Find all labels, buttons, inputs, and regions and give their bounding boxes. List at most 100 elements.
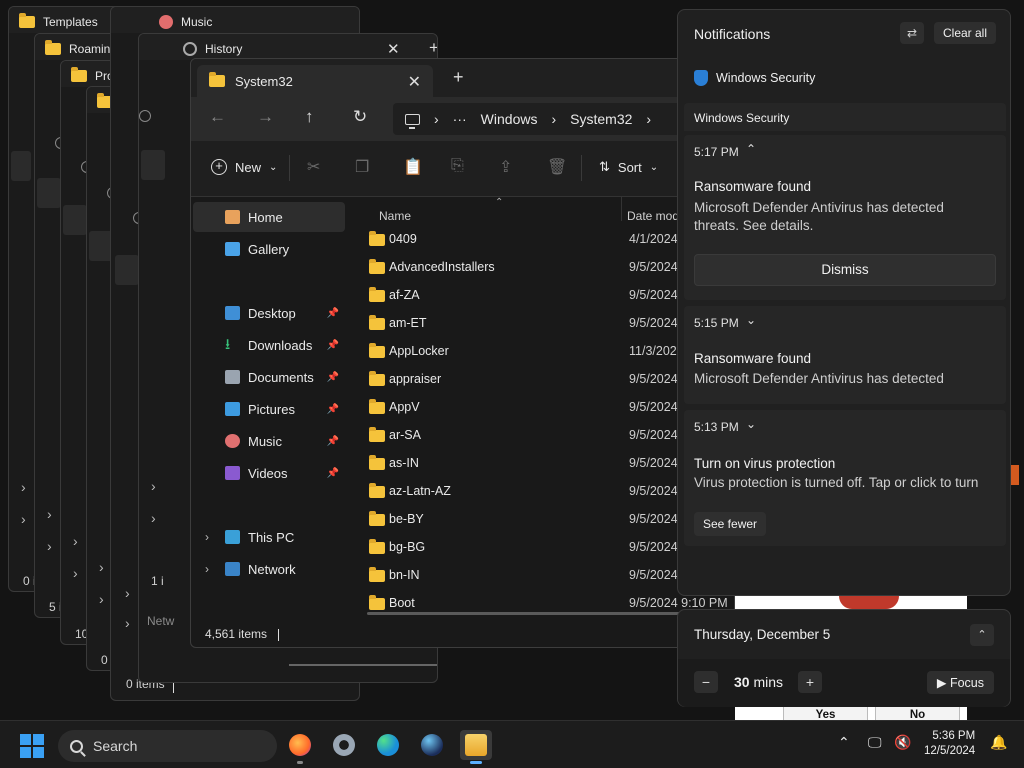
file-date: 9/5/2024 9:10 PM [629,596,728,610]
chevron-right-icon[interactable]: › [125,585,130,601]
file-explorer-window[interactable]: System32 ✕ + ← → ↑ ↻ › ··· Windows › Sys… [190,58,735,648]
paste-icon[interactable]: 📋 [403,157,423,177]
new-tab-icon[interactable]: + [429,38,437,58]
sidebar-item-gallery[interactable]: Gallery [193,234,345,264]
breadcrumb-system32[interactable]: System32 [570,111,632,127]
chevron-right-icon[interactable]: › [125,615,130,631]
edge-icon[interactable] [372,730,404,760]
chevron-right-icon[interactable]: › [21,479,26,495]
pin-icon[interactable]: 📌 [327,404,339,415]
see-fewer-button[interactable]: See fewer [694,512,767,536]
share-icon[interactable]: ⇪ [499,157,517,177]
chevron-down-icon[interactable]: ⌄ [746,417,756,431]
sort-button[interactable]: ⇅ Sort ⌄ [599,159,658,175]
chevron-right-icon[interactable]: › [73,533,78,549]
notification-card[interactable]: 5:15 PM ⌄ Ransomware found Microsoft Def… [684,306,1006,404]
sidebar-item-downloads[interactable]: ⭳ Downloads 📌 [193,330,345,360]
notification-card[interactable]: 5:17 PM ⌃ Ransomware found Microsoft Def… [684,135,1006,300]
new-button[interactable]: + New ⌄ [211,159,277,175]
decrease-focus-button[interactable]: − [694,671,718,693]
network-icon[interactable]: 🖵 [868,734,882,751]
windows-start-icon[interactable] [20,734,44,758]
navigation-bar: ← → ↑ ↻ › ··· Windows › System32 › [191,97,734,141]
taskbar-search[interactable]: Search [58,730,277,762]
file-name: ar-SA [389,428,421,442]
show-hidden-icons-chevron-icon[interactable]: ⌃ [838,734,850,751]
notification-bell-icon[interactable]: 🔔 [990,734,1007,751]
sidebar-item-network[interactable]: › Network [193,554,345,584]
forward-arrow-icon[interactable]: → [257,107,274,127]
breadcrumb-overflow[interactable]: ··· [453,111,467,127]
chevron-right-icon[interactable]: › [47,538,52,554]
file-name: AdvancedInstallers [389,260,495,274]
dismiss-button[interactable]: Dismiss [694,254,996,286]
pin-icon[interactable]: 📌 [327,468,339,479]
sidebar-item-pictures[interactable]: Pictures 📌 [193,394,345,424]
breadcrumb-windows[interactable]: Windows [481,111,538,127]
copy-icon[interactable]: ❐ [355,157,373,177]
pin-icon[interactable]: 📌 [327,372,339,383]
firefox-icon[interactable] [284,730,316,764]
background-tab-label[interactable]: Templates [43,15,98,29]
sidebar-item-this-pc[interactable]: › This PC [193,522,345,552]
chevron-right-icon[interactable]: › [205,530,209,544]
chevron-down-icon[interactable]: ⌄ [746,313,756,327]
clock[interactable]: 5:36 PM 12/5/2024 [924,729,975,759]
sidebar-item-desktop[interactable]: Desktop 📌 [193,298,345,328]
pin-icon[interactable]: 📌 [327,308,339,319]
sidebar-item-music[interactable]: Music 📌 [193,426,345,456]
column-header-name[interactable]: Name [379,209,411,223]
folder-icon [369,399,385,414]
background-tab-label[interactable]: History [205,42,242,56]
notification-card[interactable]: 5:13 PM ⌄ Turn on virus protection Virus… [684,410,1006,546]
back-arrow-icon[interactable]: ← [209,107,226,127]
up-arrow-icon[interactable]: ↑ [305,107,314,127]
chevron-right-icon[interactable]: › [99,559,104,575]
sidebar-item-home[interactable]: Home [193,202,345,232]
close-icon[interactable]: ✕ [387,40,400,58]
chevron-right-icon[interactable]: › [151,478,156,494]
dialog-image [839,596,899,609]
settings-icon[interactable] [328,730,360,760]
close-icon[interactable]: ✕ [359,13,360,31]
sidebar-item-videos[interactable]: Videos 📌 [193,458,345,488]
volume-muted-icon[interactable]: 🔇 [894,734,911,751]
app-header[interactable]: Windows Security [694,70,815,86]
steam-icon[interactable] [416,730,448,760]
chevron-right-icon[interactable]: › [21,511,26,527]
background-tab-label[interactable]: Music [181,15,212,29]
notification-title: Turn on virus protection [694,456,836,471]
column-header-date[interactable]: Date mod [627,209,679,223]
file-name: bg-BG [389,540,426,554]
chevron-right-icon[interactable]: › [47,506,52,522]
increase-focus-button[interactable]: + [798,671,822,693]
history-icon [183,42,197,56]
gallery-icon [225,242,240,256]
pin-icon[interactable]: 📌 [327,340,339,351]
chevron-up-icon[interactable]: ⌃ [970,624,994,646]
refresh-icon[interactable]: ↻ [353,107,367,127]
focus-button[interactable]: ▶ Focus [926,671,994,694]
chevron-up-icon[interactable]: ⌃ [746,142,756,156]
sidebar-item-documents[interactable]: Documents 📌 [193,362,345,392]
sidebar-item-label: Network [248,561,296,577]
chevron-right-icon[interactable]: › [73,565,78,581]
delete-icon[interactable]: 🗑 [547,157,567,177]
folder-icon [369,315,385,330]
chevron-right-icon[interactable]: › [205,562,209,576]
new-tab-button[interactable]: + [453,67,464,88]
focus-duration: 30 mins [734,674,783,690]
pin-icon[interactable]: 📌 [327,436,339,447]
file-date: 9/5/2024 [629,484,678,498]
chevron-right-icon[interactable]: › [151,510,156,526]
chevron-right-icon[interactable]: › [99,591,104,607]
calendar-date[interactable]: Thursday, December 5 [694,627,830,642]
tab-system32[interactable]: System32 ✕ [197,65,433,97]
clear-all-button[interactable]: Clear all [933,22,996,44]
cut-icon[interactable]: ✂ [307,157,325,177]
file-explorer-icon[interactable] [460,730,492,764]
do-not-disturb-icon[interactable]: ⇄ [900,22,924,44]
rename-icon[interactable]: ⎘ [451,157,469,177]
close-tab-icon[interactable]: ✕ [408,72,421,92]
file-date: 11/3/2024 [629,344,684,358]
